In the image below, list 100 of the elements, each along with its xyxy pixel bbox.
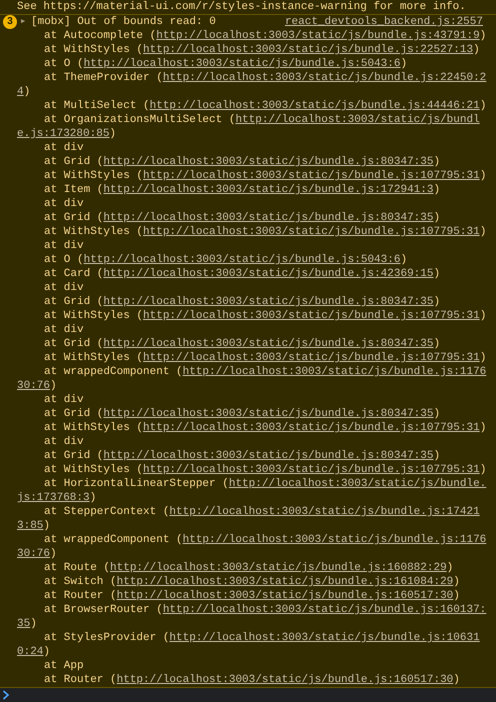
stack-frame-text: at Grid ( (44, 296, 104, 308)
closing-paren-text: ) (446, 562, 454, 574)
source-link[interactable]: http://localhost:3003/static/js/bundle. (228, 478, 486, 490)
closing-paren-text: ) (480, 310, 486, 322)
closing-paren-text: ) (453, 590, 460, 602)
source-link[interactable]: http://localhost:3003/static/js/bundle.js:161084:29 (116, 576, 454, 588)
source-link[interactable]: http://localhost:3003/static/js/bundle.js:42369:15 (103, 268, 434, 280)
source-link[interactable]: http://localhost:3003/static/js/bundle.js:107795:31 (143, 464, 480, 476)
source-link[interactable]: http://localhost:3003/static/js/bundle.js:107795:31 (143, 226, 480, 238)
stack-frame-text: at Switch ( (44, 576, 117, 588)
stack-frame-text: at Route ( (44, 562, 110, 574)
stack-frame-text: at Card ( (44, 268, 104, 280)
source-link[interactable]: http://localhost:3003/static/js/bundle.js:80347:35 (103, 156, 434, 168)
count-badge: 3 (3, 15, 17, 29)
stack-frame-text: at div (44, 282, 84, 294)
warning-text: [mobx] Out of bounds read: 0 (31, 15, 216, 29)
source-link[interactable]: http://localhost:3003/static/js/bundle.js:22450:2 (162, 72, 486, 84)
stack-frame-text: at div (44, 198, 84, 210)
source-link[interactable]: http://localhost:3003/static/js/bundl (235, 114, 480, 126)
stack-frame-text: at div (44, 324, 84, 336)
stack-frame-text: at Grid ( (44, 212, 104, 224)
source-link[interactable]: http://localhost:3003/static/js/bundle.js:5043:6 (84, 254, 400, 266)
source-link[interactable]: http://localhost:3003/static/js/bundle.js:80347:35 (103, 408, 434, 420)
stack-frame-text: at StepperContext ( (44, 506, 170, 518)
source-link[interactable]: http://localhost:3003/static/js/bundle.js:160137: (162, 604, 486, 616)
source-link[interactable]: http://localhost:3003/static/js/bundle.js:80347:35 (103, 450, 434, 462)
stack-frame-text: at Grid ( (44, 338, 104, 350)
source-link[interactable]: 30:76 (17, 380, 50, 392)
source-link[interactable]: http://localhost:3003/static/js/bundle.js:1176 (182, 534, 486, 546)
stack-frame-text: at Item ( (44, 184, 104, 196)
stack-frame-text: at Router ( (44, 590, 117, 602)
stack-frame-text: at WithStyles ( (44, 170, 144, 182)
stack-frame-text: at Grid ( (44, 408, 104, 420)
source-link[interactable]: http://localhost:3003/static/js/bundle.js:10631 (169, 632, 480, 644)
stack-frame-text: at WithStyles ( (44, 226, 144, 238)
console-message: See https://material-ui.com/r/styles-instance-warning for more info. (17, 0, 467, 14)
closing-paren-text: ) (480, 352, 486, 364)
closing-paren-text: ) (50, 548, 57, 560)
source-link[interactable]: 3:85 (17, 520, 44, 532)
source-link[interactable]: 4 (17, 86, 24, 98)
closing-paren-text: ) (433, 338, 440, 350)
source-link[interactable]: http://localhost:3003/static/js/bundle.js:172941:3 (103, 184, 434, 196)
closing-paren-text: ) (30, 618, 37, 630)
source-link[interactable]: 0:24 (17, 646, 44, 658)
closing-paren-text: ) (473, 44, 480, 56)
stack-frame-text: at App (44, 660, 84, 672)
source-link[interactable]: http://localhost:3003/static/js/bundle.js:43791:9 (156, 30, 480, 42)
source-link[interactable]: http://localhost:3003/static/js/bundle.js:80347:35 (103, 338, 434, 350)
closing-paren-text: ) (43, 646, 50, 658)
stack-frame-text: at wrappedComponent ( (44, 534, 183, 546)
source-link[interactable]: http://localhost:3003/static/js/bundle.js:107795:31 (143, 352, 480, 364)
source-link[interactable]: react_devtools_backend.js:2557 (284, 15, 483, 29)
closing-paren-text: ) (480, 170, 486, 182)
closing-paren-text: ) (433, 156, 440, 168)
source-link[interactable]: 35 (17, 618, 30, 630)
stack-frame-text: at O ( (44, 254, 84, 266)
stack-frame-text: at Router ( (44, 674, 117, 686)
stack-frame-text: at ThemeProvider ( (44, 72, 163, 84)
closing-paren-text: ) (109, 128, 116, 140)
closing-paren-text: ) (480, 464, 486, 476)
source-link[interactable]: e.js:173280:85 (17, 128, 110, 140)
closing-paren-text: ) (453, 576, 460, 588)
stack-frame-text: at div (44, 240, 84, 252)
source-link[interactable]: http://localhost:3003/static/js/bundle.js:160517:30 (116, 590, 454, 602)
source-link[interactable]: http://localhost:3003/static/js/bundle.js:22527:13 (143, 44, 474, 56)
source-link[interactable]: http://localhost:3003/static/js/bundle.js:17421 (169, 506, 480, 518)
stack-frame-text: at O ( (44, 58, 84, 70)
source-link[interactable]: http://localhost:3003/static/js/bundle.js:5043:6 (84, 58, 400, 70)
closing-paren-text: ) (43, 520, 50, 532)
stack-frame-text: at MultiSelect ( (44, 100, 150, 112)
source-link[interactable]: http://localhost:3003/static/js/bundle.js:160517:30 (116, 674, 454, 686)
stack-frame-text: at WithStyles ( (44, 422, 144, 434)
closing-paren-text: ) (24, 86, 30, 98)
stack-frame-text: at WithStyles ( (44, 464, 144, 476)
closing-paren-text: ) (433, 450, 440, 462)
closing-paren-text: ) (480, 422, 486, 434)
closing-paren-text: ) (90, 492, 96, 504)
source-link[interactable]: http://localhost:3003/static/js/bundle.js:44446:21 (150, 100, 480, 112)
source-link[interactable]: http://localhost:3003/static/js/bundle.js:160882:29 (110, 562, 447, 574)
source-link[interactable]: js:173768:3 (17, 492, 90, 504)
stack-frame-text: at div (44, 436, 84, 448)
stack-frame-text: at wrappedComponent ( (44, 366, 183, 378)
prompt-chevron-icon (2, 690, 10, 700)
stack-frame-text: at OrganizationsMultiSelect ( (44, 114, 236, 126)
source-link[interactable]: http://localhost:3003/static/js/bundle.js:1176 (182, 366, 486, 378)
closing-paren-text: ) (433, 296, 440, 308)
stack-frame-text: at div (44, 142, 84, 154)
source-link[interactable]: http://localhost:3003/static/js/bundle.js:80347:35 (103, 296, 434, 308)
stack-frame-text: at WithStyles ( (44, 44, 144, 56)
stack-frame-text: at Grid ( (44, 156, 104, 168)
source-link[interactable]: http://localhost:3003/static/js/bundle.js:107795:31 (143, 422, 480, 434)
stack-frame-text: at Grid ( (44, 450, 104, 462)
stack-frame-text: at WithStyles ( (44, 352, 144, 364)
source-link[interactable]: http://localhost:3003/static/js/bundle.js:80347:35 (103, 212, 434, 224)
source-link[interactable]: http://localhost:3003/static/js/bundle.js:107795:31 (143, 310, 480, 322)
closing-paren-text: ) (433, 408, 440, 420)
source-link[interactable]: http://localhost:3003/static/js/bundle.js:107795:31 (143, 170, 480, 182)
closing-paren-text: ) (400, 254, 408, 266)
stack-frame-text: at HorizontalLinearStepper ( (44, 478, 229, 490)
source-link[interactable]: 30:76 (17, 548, 50, 560)
